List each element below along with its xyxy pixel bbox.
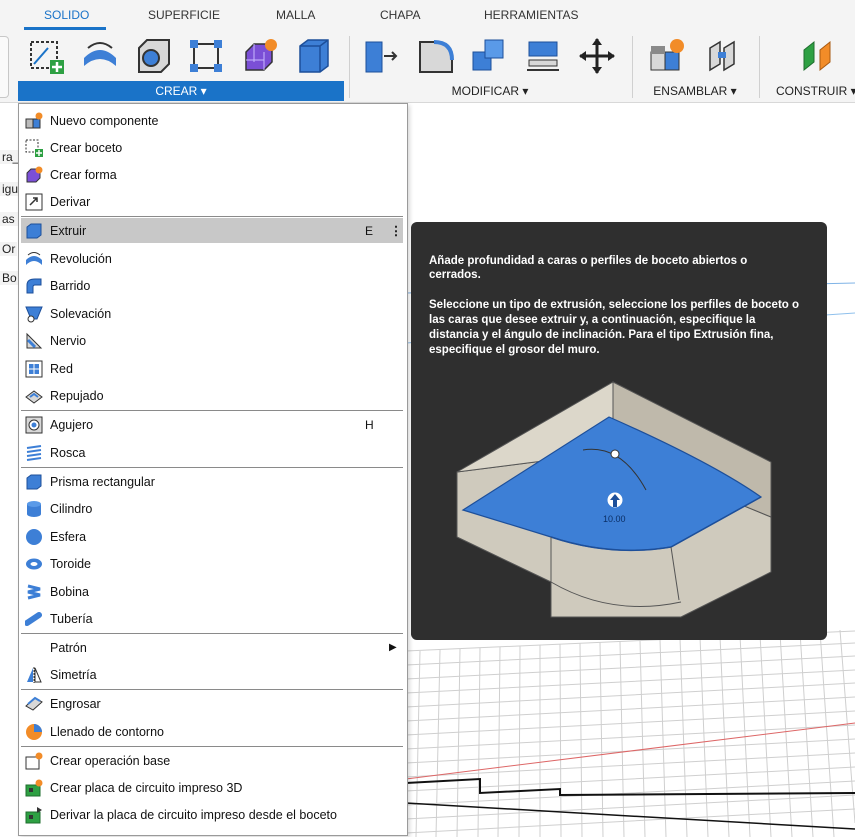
menu-separator <box>21 746 403 747</box>
create-sketch-tool-icon[interactable] <box>26 36 66 76</box>
new-component-tool-icon[interactable] <box>647 36 687 76</box>
menu-item-llenado-de-contorno[interactable]: Llenado de contorno <box>21 719 403 744</box>
crear-dropdown-menu: Nuevo componente Crear boceto Crear form… <box>18 103 408 836</box>
browser-item[interactable]: igu <box>0 182 21 196</box>
derive-icon <box>24 193 44 211</box>
box-icon <box>24 473 44 491</box>
revolve-tool-icon[interactable] <box>80 36 120 76</box>
toolbar-separator <box>349 36 350 98</box>
create-sketch-icon <box>24 139 44 157</box>
tab-bar: SOLIDO SUPERFICIE MALLA CHAPA HERRAMIENT… <box>0 0 855 30</box>
shell-tool-icon[interactable] <box>523 36 563 76</box>
pcb-3d-icon <box>24 779 44 797</box>
move-tool-icon[interactable] <box>577 36 617 76</box>
tab-herramientas[interactable]: HERRAMIENTAS <box>484 8 578 22</box>
menu-item-patron[interactable]: Patrón ▶ <box>21 635 403 660</box>
menu-item-repujado[interactable]: Repujado <box>21 383 403 408</box>
revolve-icon <box>24 250 44 268</box>
boundary-fill-icon <box>24 723 44 741</box>
combine-tool-icon[interactable] <box>469 36 509 76</box>
offset-plane-tool-icon[interactable] <box>798 36 838 76</box>
torus-icon <box>24 555 44 573</box>
more-options-icon[interactable]: ⋮ <box>389 223 403 238</box>
tab-malla[interactable]: MALLA <box>276 8 315 22</box>
menu-item-revolucion[interactable]: Revolución <box>21 246 403 271</box>
tab-superficie[interactable]: SUPERFICIE <box>148 8 220 22</box>
menu-item-crear-boceto[interactable]: Crear boceto <box>21 135 403 160</box>
thicken-icon <box>24 695 44 713</box>
menu-item-engrosar[interactable]: Engrosar <box>21 691 403 716</box>
menu-item-agujero[interactable]: Agujero H <box>21 412 403 437</box>
browser-item[interactable]: Bo <box>0 271 19 285</box>
menu-item-red[interactable]: Red <box>21 356 403 381</box>
menu-item-tuberia[interactable]: Tubería <box>21 606 403 631</box>
thread-icon <box>24 444 44 462</box>
menu-item-simetria[interactable]: Simetría <box>21 662 403 687</box>
menu-item-rosca[interactable]: Rosca <box>21 440 403 465</box>
base-feature-icon <box>24 752 44 770</box>
menu-item-derivar[interactable]: Derivar <box>21 189 403 214</box>
toolbar-separator <box>632 36 633 98</box>
hole-icon <box>24 416 44 434</box>
extrude-icon <box>24 222 44 240</box>
extrude-tooltip: Añade profundidad a caras o perfiles de … <box>411 222 827 640</box>
menu-item-nuevo-componente[interactable]: Nuevo componente <box>21 108 403 133</box>
modificar-menu-button[interactable]: MODIFICAR ▾ <box>440 82 540 100</box>
toolbar-left-edge <box>0 36 9 98</box>
extrude-illustration <box>456 381 772 618</box>
pattern-tool-icon[interactable] <box>186 36 226 76</box>
menu-item-solevacion[interactable]: Solevación <box>21 301 403 326</box>
menu-item-derivar-placa[interactable]: Derivar la placa de circuito impreso des… <box>21 802 403 827</box>
sphere-icon <box>24 528 44 546</box>
menu-item-crear-operacion-base[interactable]: Crear operación base <box>21 748 403 773</box>
menu-item-nervio[interactable]: Nervio <box>21 328 403 353</box>
menu-item-prisma-rectangular[interactable]: Prisma rectangular <box>21 469 403 494</box>
sweep-icon <box>24 277 44 295</box>
browser-item[interactable]: Or <box>0 242 18 256</box>
construir-menu-button[interactable]: CONSTRUIR ▾ <box>776 82 855 100</box>
hole-tool-icon[interactable] <box>133 36 173 76</box>
shortcut-key: E <box>365 223 374 238</box>
menu-separator <box>21 689 403 690</box>
fillet-tool-icon[interactable] <box>416 36 456 76</box>
menu-item-barrido[interactable]: Barrido <box>21 273 403 298</box>
toolbar: CREAR ▾ MODIFICAR ▾ ENSAMBLAR ▾ CONSTRUI… <box>0 30 855 103</box>
menu-separator <box>21 633 403 634</box>
pipe-icon <box>24 610 44 628</box>
coil-icon <box>24 583 44 601</box>
tab-chapa[interactable]: CHAPA <box>380 8 420 22</box>
menu-item-toroide[interactable]: Toroide <box>21 551 403 576</box>
menu-item-crear-placa-3d[interactable]: Crear placa de circuito impreso 3D <box>21 775 403 800</box>
menu-separator <box>21 216 403 217</box>
menu-item-esfera[interactable]: Esfera <box>21 524 403 549</box>
extrude-distance-label: 10.00 <box>603 514 626 524</box>
shortcut-key: H <box>365 417 374 432</box>
mirror-icon <box>24 666 44 684</box>
emboss-icon <box>24 387 44 405</box>
menu-separator <box>21 410 403 411</box>
cylinder-icon <box>24 500 44 518</box>
joint-tool-icon[interactable] <box>702 36 742 76</box>
pcb-derive-icon <box>24 806 44 824</box>
ensamblar-menu-button[interactable]: ENSAMBLAR ▾ <box>645 82 745 100</box>
rib-icon <box>24 332 44 350</box>
tab-solido[interactable]: SOLIDO <box>44 8 89 22</box>
crear-menu-button[interactable]: CREAR ▾ <box>18 81 344 101</box>
create-form-tool-icon[interactable] <box>240 36 280 76</box>
submenu-arrow-icon: ▶ <box>389 642 397 653</box>
create-form-icon <box>24 166 44 184</box>
menu-separator <box>21 467 403 468</box>
press-pull-tool-icon[interactable] <box>362 36 402 76</box>
menu-item-cilindro[interactable]: Cilindro <box>21 496 403 521</box>
toolbar-separator <box>759 36 760 98</box>
extrude-tool-icon[interactable] <box>294 36 334 76</box>
menu-item-bobina[interactable]: Bobina <box>21 579 403 604</box>
web-icon <box>24 360 44 378</box>
loft-icon <box>24 305 44 323</box>
menu-item-extruir[interactable]: Extruir E ⋮ <box>21 218 403 243</box>
menu-item-crear-forma[interactable]: Crear forma <box>21 162 403 187</box>
new-component-icon <box>24 112 44 130</box>
